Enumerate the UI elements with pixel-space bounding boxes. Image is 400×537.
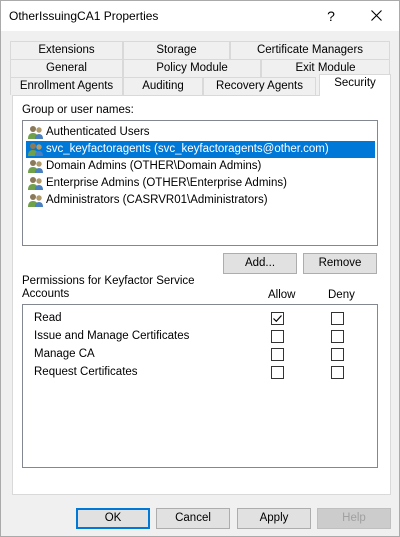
close-button[interactable] bbox=[354, 1, 399, 31]
user-name: svc_keyfactoragents (svc_keyfactoragents… bbox=[46, 143, 329, 155]
tab-storage[interactable]: Storage bbox=[123, 41, 230, 59]
add-button[interactable]: Add... bbox=[223, 253, 297, 274]
user-group-icon bbox=[28, 194, 43, 207]
permission-row: Manage CA bbox=[23, 346, 377, 364]
deny-checkbox[interactable] bbox=[331, 312, 344, 325]
user-group-icon bbox=[28, 143, 43, 156]
window-title: OtherIssuingCA1 Properties bbox=[9, 9, 159, 23]
permission-name: Read bbox=[34, 312, 62, 324]
permission-row: Read bbox=[23, 310, 377, 328]
user-name: Enterprise Admins (OTHER\Enterprise Admi… bbox=[46, 177, 287, 189]
deny-checkbox[interactable] bbox=[331, 330, 344, 343]
tab-auditing[interactable]: Auditing bbox=[123, 77, 203, 95]
remove-button[interactable]: Remove bbox=[303, 253, 377, 274]
permission-row: Issue and Manage Certificates bbox=[23, 328, 377, 346]
tab-recovery-agents[interactable]: Recovery Agents bbox=[203, 77, 316, 95]
permission-row: Request Certificates bbox=[23, 364, 377, 382]
permissions-label-line1: Permissions for Keyfactor Service bbox=[22, 275, 195, 287]
ok-button[interactable]: OK bbox=[76, 508, 150, 529]
list-item[interactable]: Domain Admins (OTHER\Domain Admins) bbox=[26, 158, 375, 175]
user-group-icon bbox=[28, 177, 43, 190]
allow-checkbox[interactable] bbox=[271, 330, 284, 343]
properties-dialog: OtherIssuingCA1 Properties ? Extensions … bbox=[0, 0, 400, 537]
permissions-list: Read Issue and Manage Certificates Manag… bbox=[22, 304, 378, 468]
user-name: Administrators (CASRVR01\Administrators) bbox=[46, 194, 268, 206]
cancel-button[interactable]: Cancel bbox=[156, 508, 230, 529]
deny-checkbox[interactable] bbox=[331, 366, 344, 379]
users-listbox[interactable]: Authenticated Users svc_keyfactoragents … bbox=[22, 120, 378, 246]
list-item-selected[interactable]: svc_keyfactoragents (svc_keyfactoragents… bbox=[26, 141, 375, 158]
allow-checkbox[interactable] bbox=[271, 348, 284, 361]
list-item[interactable]: Authenticated Users bbox=[26, 124, 375, 141]
user-name: Domain Admins (OTHER\Domain Admins) bbox=[46, 160, 262, 172]
permission-name: Request Certificates bbox=[34, 366, 138, 378]
title-bar: OtherIssuingCA1 Properties ? bbox=[1, 1, 399, 31]
permissions-label-line2: Accounts bbox=[22, 288, 70, 300]
close-icon bbox=[371, 10, 382, 21]
tab-enrollment-agents[interactable]: Enrollment Agents bbox=[10, 77, 123, 95]
deny-column-header: Deny bbox=[328, 289, 355, 301]
allow-column-header: Allow bbox=[268, 289, 296, 301]
user-name: Authenticated Users bbox=[46, 126, 150, 138]
tab-extensions[interactable]: Extensions bbox=[10, 41, 123, 59]
permission-name: Issue and Manage Certificates bbox=[34, 330, 190, 342]
allow-checkbox[interactable] bbox=[271, 312, 284, 325]
permission-name: Manage CA bbox=[34, 348, 95, 360]
tab-security[interactable]: Security bbox=[319, 74, 391, 96]
help-button[interactable]: Help bbox=[317, 508, 391, 529]
tab-certificate-managers[interactable]: Certificate Managers bbox=[230, 41, 390, 59]
help-titlebar-button[interactable]: ? bbox=[308, 1, 354, 31]
list-item[interactable]: Enterprise Admins (OTHER\Enterprise Admi… bbox=[26, 175, 375, 192]
list-item[interactable]: Administrators (CASRVR01\Administrators) bbox=[26, 192, 375, 209]
apply-button[interactable]: Apply bbox=[237, 508, 311, 529]
user-group-icon bbox=[28, 126, 43, 139]
tab-policy-module[interactable]: Policy Module bbox=[123, 59, 261, 77]
user-group-icon bbox=[28, 160, 43, 173]
allow-checkbox[interactable] bbox=[271, 366, 284, 379]
checkmark-icon bbox=[273, 315, 282, 323]
deny-checkbox[interactable] bbox=[331, 348, 344, 361]
group-users-label: Group or user names: bbox=[22, 104, 134, 116]
tab-general[interactable]: General bbox=[10, 59, 123, 77]
